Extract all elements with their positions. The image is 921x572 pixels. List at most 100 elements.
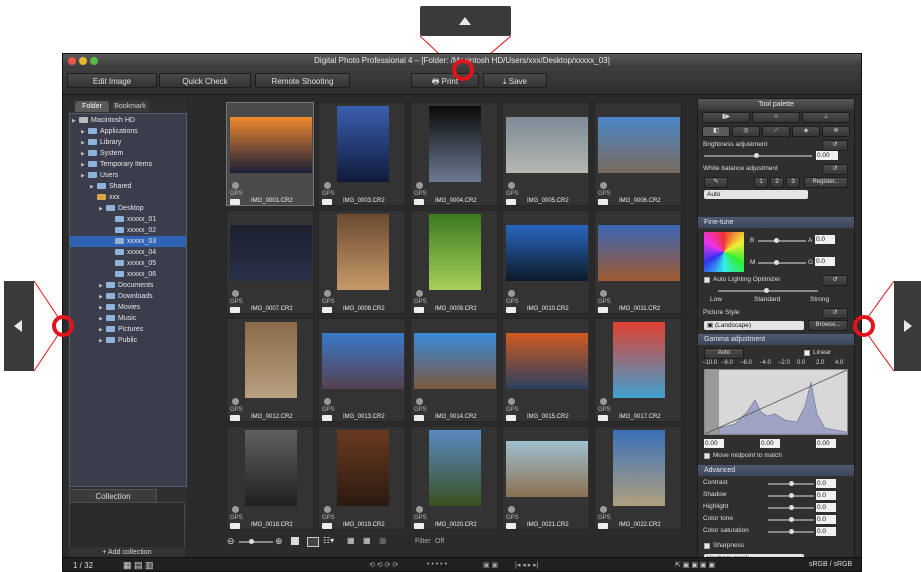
thumbnail-image[interactable]	[337, 430, 389, 506]
folder-tree-item[interactable]: xxxxx_03	[70, 236, 186, 247]
thumbnail-cell[interactable]: GPS IMG_0011.CR2	[594, 210, 682, 314]
tool-stamp-button[interactable]: ⊥	[802, 112, 850, 123]
advanced-row-knob[interactable]	[789, 481, 794, 486]
folder-tree-item[interactable]: xxxxx_05	[70, 258, 186, 269]
folder-tree-item[interactable]: ▶ System	[70, 148, 186, 159]
picture-style-select[interactable]: ▣ (Landscape)	[704, 321, 804, 330]
advanced-row-knob[interactable]	[789, 493, 794, 498]
advanced-header[interactable]: Advanced	[698, 465, 854, 476]
finetune-header[interactable]: Fine-tune	[698, 217, 854, 228]
wb-select[interactable]: Auto	[704, 190, 808, 199]
quick-check-button[interactable]: Quick Check	[159, 73, 251, 88]
thumbnail-cell[interactable]: GPS IMG_0004.CR2	[410, 102, 498, 206]
layout-grid-disabled-icon[interactable]: ▦	[379, 536, 387, 545]
thumbnail-cell[interactable]: GPS IMG_0013.CR2	[318, 318, 406, 422]
layout-grid-icon[interactable]: ▦	[363, 536, 371, 545]
advanced-row-value[interactable]: 0.0	[816, 503, 836, 512]
thumbnail-cell[interactable]: GPS IMG_0019.CR2	[318, 426, 406, 530]
thumbnail-cell[interactable]: GPS IMG_0020.CR2	[410, 426, 498, 530]
remote-shooting-button[interactable]: Remote Shooting	[255, 73, 350, 88]
finetune-mg-knob[interactable]	[774, 260, 779, 265]
tab-color-icon[interactable]: ◈	[792, 126, 820, 137]
wb-eyedropper-icon[interactable]: ✎	[704, 177, 728, 188]
thumbnail-cell[interactable]: GPS IMG_0021.CR2	[502, 426, 590, 530]
tab-folder[interactable]: Folder	[75, 101, 109, 112]
finetune-a-value[interactable]: 0.0	[815, 235, 835, 244]
folder-tree-item[interactable]: ▶ Macintosh HD	[70, 115, 186, 126]
browse-button[interactable]: Browse...	[808, 320, 848, 331]
thumbnail-image[interactable]	[506, 333, 588, 389]
tab-collection[interactable]: Collection	[69, 489, 157, 503]
tool-crop-button[interactable]: ⊹	[752, 112, 800, 123]
thumbnail-cell[interactable]: GPS IMG_0010.CR2	[502, 210, 590, 314]
thumbnail-cell[interactable]: GPS IMG_0001.CR2	[226, 102, 314, 206]
tab-tone-icon[interactable]: ◎	[732, 126, 760, 137]
thumbnail-cell[interactable]: GPS IMG_0015.CR2	[502, 318, 590, 422]
gamma-auto-button[interactable]: Auto	[704, 348, 744, 359]
thumbnail-image[interactable]	[230, 117, 312, 173]
thumbnail-image[interactable]	[429, 430, 481, 506]
thumbnail-cell[interactable]: GPS IMG_0005.CR2	[502, 102, 590, 206]
thumbnail-image[interactable]	[598, 117, 680, 173]
finetune-ba-slider[interactable]	[758, 240, 806, 242]
thumbnail-image[interactable]	[230, 225, 312, 281]
wb-preset-1[interactable]: 1	[754, 177, 768, 188]
move-midpoint-checkbox[interactable]	[704, 453, 710, 459]
folder-tree-item[interactable]: ▶ Temporary Items	[70, 159, 186, 170]
thumbnail-image[interactable]	[322, 333, 404, 389]
alo-checkbox[interactable]	[704, 277, 710, 283]
folder-tree-item[interactable]: ▶ Users	[70, 170, 186, 181]
finetune-g-value[interactable]: 0.0	[815, 257, 835, 266]
thumbnail-cell[interactable]: GPS IMG_0018.CR2	[226, 426, 314, 530]
grid-view-icon[interactable]: ▦ ▤ ▥	[123, 560, 154, 571]
thumbnail-image[interactable]	[429, 214, 481, 290]
advanced-row-knob[interactable]	[789, 517, 794, 522]
rating-dots[interactable]: • • • • •	[427, 561, 447, 568]
disclosure-icon[interactable]: ▶	[99, 336, 106, 347]
thumbnail-cell[interactable]: GPS IMG_0012.CR2	[226, 318, 314, 422]
thumbnail-image[interactable]	[245, 430, 297, 506]
layout-compare-icon[interactable]: ▦	[347, 536, 355, 545]
show-left-panel-tab[interactable]	[4, 281, 34, 371]
filter-value[interactable]: Off	[435, 538, 444, 545]
thumbnail-cell[interactable]: GPS IMG_0007.CR2	[226, 210, 314, 314]
tab-settings-icon[interactable]: ✲	[822, 126, 850, 137]
thumbnail-cell[interactable]: GPS IMG_0006.CR2	[594, 102, 682, 206]
folder-tree-item[interactable]: ▶ Music	[70, 313, 186, 324]
thumbnail-image[interactable]	[337, 106, 389, 182]
advanced-row-value[interactable]: 0.0	[816, 515, 836, 524]
save-button[interactable]: ⤓ Save	[483, 73, 547, 88]
tab-basic-icon[interactable]: ◧	[702, 126, 730, 137]
folder-tree-item[interactable]: ▶ Downloads	[70, 291, 186, 302]
advanced-row-value[interactable]: 0.0	[816, 527, 836, 536]
thumbnail-image[interactable]	[429, 106, 481, 182]
advanced-row-value[interactable]: 0.0	[816, 491, 836, 500]
thumbnail-image[interactable]	[337, 214, 389, 290]
finetune-mg-slider[interactable]	[758, 262, 806, 264]
folder-tree-item[interactable]: ▶ Documents	[70, 280, 186, 291]
folder-tree-item[interactable]: xxx	[70, 192, 186, 203]
show-right-panel-tab[interactable]	[894, 281, 921, 371]
thumbnail-cell[interactable]: GPS IMG_0009.CR2	[410, 210, 498, 314]
zoom-in-icon[interactable]: ⊕	[275, 536, 283, 547]
brightness-value[interactable]: 0.00	[816, 151, 838, 160]
thumbnail-image[interactable]	[506, 441, 588, 497]
gamma-black-value[interactable]: 0.00	[704, 439, 724, 448]
sharpness-checkbox[interactable]	[704, 543, 710, 549]
rotate-icons[interactable]: ⟲ ⟲ ⟳ ⟳	[369, 561, 398, 569]
wb-reset-button[interactable]: ↺	[822, 164, 848, 175]
folder-tree-item[interactable]: xxxxx_06	[70, 269, 186, 280]
tab-bookmark[interactable]: Bookmark	[111, 101, 149, 112]
thumbnail-image[interactable]	[613, 322, 665, 398]
zoom-out-icon[interactable]: ⊖	[227, 536, 235, 547]
thumbnail-image[interactable]	[414, 333, 496, 389]
gamma-mid-value[interactable]: 0.00	[760, 439, 780, 448]
wb-preset-3[interactable]: 3	[786, 177, 800, 188]
folder-tree-item[interactable]: ▶ Desktop	[70, 203, 186, 214]
folder-tree-item[interactable]: xxxxx_04	[70, 247, 186, 258]
folder-tree-item[interactable]: xxxxx_01	[70, 214, 186, 225]
brightness-reset-button[interactable]: ↺	[822, 140, 848, 151]
thumbnail-cell[interactable]: GPS IMG_0022.CR2	[594, 426, 682, 530]
finetune-ba-knob[interactable]	[774, 238, 779, 243]
gamma-histogram[interactable]	[704, 369, 848, 435]
